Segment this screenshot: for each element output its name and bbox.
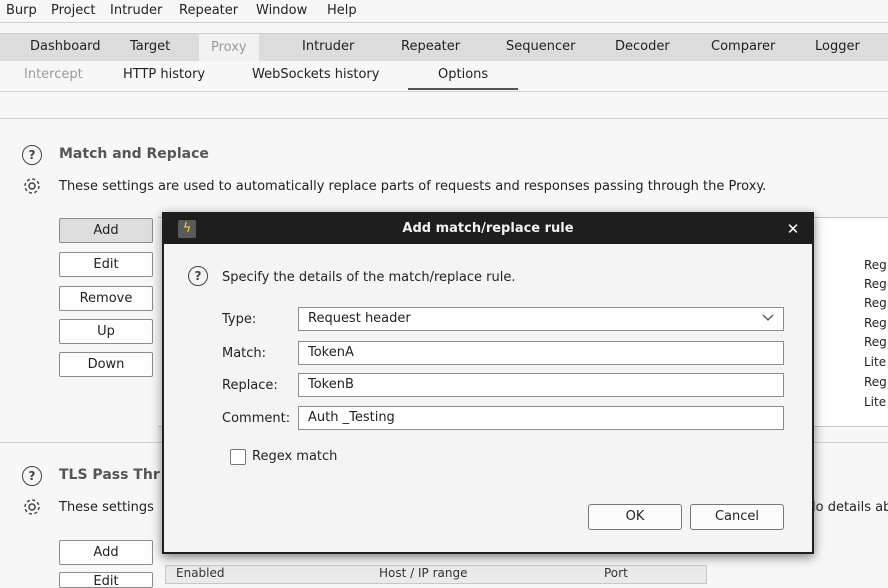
help-circle-icon[interactable]: ? bbox=[22, 466, 42, 486]
subtab-http-history[interactable]: HTTP history bbox=[123, 67, 205, 82]
menu-burp[interactable]: Burp bbox=[6, 3, 37, 18]
table-row[interactable]: Reg bbox=[864, 296, 887, 310]
type-label: Type: bbox=[222, 312, 257, 327]
menu-repeater[interactable]: Repeater bbox=[179, 3, 238, 18]
column-header-port[interactable]: Port bbox=[604, 566, 628, 580]
main-tab-bar: Dashboard Target Proxy Intruder Repeater… bbox=[0, 33, 888, 61]
table-row[interactable]: Reg bbox=[864, 335, 887, 349]
tab-comparer[interactable]: Comparer bbox=[711, 39, 775, 54]
comment-input-value: Auth _Testing bbox=[308, 410, 395, 425]
table-row[interactable]: Lite bbox=[864, 395, 886, 409]
up-rule-button[interactable]: Up bbox=[59, 319, 153, 344]
menu-help[interactable]: Help bbox=[327, 3, 357, 18]
tls-pass-through-title: TLS Pass Thr bbox=[59, 467, 160, 483]
remove-rule-button[interactable]: Remove bbox=[59, 286, 153, 311]
gear-icon[interactable] bbox=[22, 176, 42, 196]
add-match-replace-dialog: ϟ Add match/replace rule ✕ ? Specify the… bbox=[162, 212, 814, 554]
menu-divider bbox=[0, 22, 888, 23]
add-rule-button[interactable]: Add bbox=[59, 218, 153, 243]
table-row[interactable]: Reg bbox=[864, 258, 887, 272]
tls-add-button[interactable]: Add bbox=[59, 540, 153, 565]
regex-match-label[interactable]: Regex match bbox=[252, 449, 337, 464]
edit-rule-button[interactable]: Edit bbox=[59, 252, 153, 277]
table-row[interactable]: Reg bbox=[864, 316, 887, 330]
replace-label: Replace: bbox=[222, 378, 278, 393]
type-select-value: Request header bbox=[308, 311, 411, 326]
column-header-enabled[interactable]: Enabled bbox=[176, 566, 225, 580]
comment-input[interactable]: Auth _Testing bbox=[298, 406, 784, 430]
comment-label: Comment: bbox=[222, 411, 291, 426]
table-row[interactable]: Reg bbox=[864, 375, 887, 389]
column-header-host[interactable]: Host / IP range bbox=[379, 566, 467, 580]
regex-match-checkbox[interactable] bbox=[230, 449, 246, 465]
help-circle-icon[interactable]: ? bbox=[188, 266, 208, 286]
menu-bar: Burp Project Intruder Repeater Window He… bbox=[0, 0, 888, 22]
chevron-down-icon bbox=[762, 314, 774, 321]
menu-intruder[interactable]: Intruder bbox=[110, 3, 162, 18]
tls-description: These settings bbox=[59, 500, 154, 515]
section-divider-top bbox=[0, 118, 888, 119]
tab-dashboard[interactable]: Dashboard bbox=[30, 39, 101, 54]
tls-edit-button[interactable]: Edit bbox=[59, 572, 153, 588]
down-rule-button[interactable]: Down bbox=[59, 352, 153, 377]
gear-icon[interactable] bbox=[22, 497, 42, 517]
match-label: Match: bbox=[222, 346, 267, 361]
close-icon[interactable]: ✕ bbox=[780, 214, 806, 244]
replace-input-value: TokenB bbox=[308, 377, 354, 392]
match-replace-description: These settings are used to automatically… bbox=[59, 179, 767, 194]
tab-proxy[interactable]: Proxy bbox=[199, 34, 259, 61]
dialog-instruction: Specify the details of the match/replace… bbox=[222, 270, 516, 285]
tls-description-right: lo details ab bbox=[812, 500, 888, 515]
tab-logger[interactable]: Logger bbox=[815, 39, 860, 54]
subtab-intercept[interactable]: Intercept bbox=[24, 67, 83, 82]
tab-sequencer[interactable]: Sequencer bbox=[506, 39, 575, 54]
ok-button[interactable]: OK bbox=[588, 504, 682, 530]
type-select[interactable]: Request header bbox=[298, 307, 784, 331]
tab-target[interactable]: Target bbox=[130, 39, 170, 54]
match-replace-title: Match and Replace bbox=[59, 146, 209, 162]
help-circle-icon[interactable]: ? bbox=[22, 145, 42, 165]
tab-decoder[interactable]: Decoder bbox=[615, 39, 670, 54]
menu-window[interactable]: Window bbox=[256, 3, 307, 18]
subtab-options[interactable]: Options bbox=[408, 67, 519, 90]
menu-project[interactable]: Project bbox=[51, 3, 95, 18]
table-row[interactable]: Lite bbox=[864, 355, 886, 369]
dialog-title: Add match/replace rule bbox=[402, 221, 574, 236]
match-input-value: TokenA bbox=[308, 345, 354, 360]
match-input[interactable]: TokenA bbox=[298, 341, 784, 365]
proxy-sub-tab-bar: Intercept HTTP history WebSockets histor… bbox=[0, 61, 888, 92]
tab-intruder[interactable]: Intruder bbox=[302, 39, 354, 54]
cancel-button[interactable]: Cancel bbox=[690, 504, 784, 530]
table-row[interactable]: Reg bbox=[864, 277, 887, 291]
tls-table-header: Enabled Host / IP range Port bbox=[165, 565, 707, 584]
tab-repeater[interactable]: Repeater bbox=[401, 39, 460, 54]
replace-input[interactable]: TokenB bbox=[298, 373, 784, 397]
subtab-websockets-history[interactable]: WebSockets history bbox=[252, 67, 379, 82]
